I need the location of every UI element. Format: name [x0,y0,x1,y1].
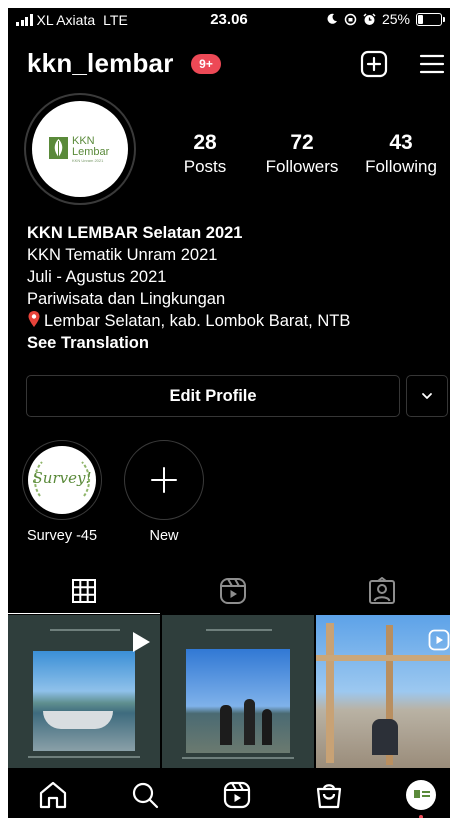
orientation-lock-icon [344,13,357,25]
person-silhouette [262,709,272,745]
shop-icon[interactable] [314,780,344,810]
active-tab-indicator [8,613,160,614]
bamboo-pole [326,623,334,763]
person-silhouette [220,705,232,745]
status-bar: XL Axiata LTE 23.06 25% [8,8,450,32]
stat-posts[interactable]: 28 Posts [160,130,250,178]
profile-nav-avatar[interactable] [406,780,436,810]
posts-label: Posts [183,157,227,176]
chevron-down-icon [422,393,432,399]
phone-screen: XL Axiata LTE 23.06 25% kkn_lembar 9+ KK… [8,8,450,818]
avatar-logo-mark [422,791,430,793]
boat-shape [43,711,113,729]
battery-percent: 25% [381,11,410,27]
profile-header: kkn_lembar 9+ [8,44,450,84]
person-silhouette [372,719,398,755]
following-label: Following [365,157,437,176]
post-caption-line [182,757,294,759]
highlight-new[interactable]: New [116,440,212,544]
notification-badge[interactable]: 9+ [191,54,221,74]
battery-icon [416,12,445,26]
status-right: 25% [326,11,445,27]
tab-reels[interactable] [159,568,306,614]
grid-icon [71,579,96,603]
tagged-person-icon [368,577,395,604]
tab-tagged[interactable] [308,568,450,614]
highlight-survey[interactable]: Survey! Survey -45 [14,440,110,544]
pin-icon [28,311,40,327]
alarm-icon [363,12,376,25]
followers-label: Followers [265,157,339,176]
highlight-cover-text: Survey! [32,469,92,487]
post-thumbnail[interactable] [162,615,314,768]
highlight-label: Survey -45 [26,528,98,544]
stat-followers[interactable]: 72 Followers [257,130,347,178]
moon-icon [327,13,337,24]
bio-name: KKN LEMBAR Selatan 2021 [27,224,243,242]
profile-avatar[interactable]: KKN Lembar KKN Unram 2021 [24,93,136,205]
reels-icon [428,629,450,651]
posts-count: 28 [193,131,217,154]
new-post-icon[interactable] [360,50,388,78]
reels-icon [219,578,246,604]
stat-following[interactable]: 43 Following [356,130,446,178]
profile-bio: KKN LEMBAR Selatan 2021 KKN Tematik Unra… [27,222,437,354]
tab-grid[interactable] [10,568,157,614]
menu-icon[interactable] [418,50,446,78]
reels-nav-icon[interactable] [222,780,252,810]
new-highlight-circle [124,440,204,520]
reels-play-icon [133,632,150,652]
avatar-logo-mark [422,795,430,797]
bottom-nav [8,768,450,818]
bio-line: KKN Tematik Unram 2021 [27,246,218,264]
logo-text: KKN Lembar KKN Unram 2021 [72,135,110,164]
highlight-image: Survey! [28,446,96,514]
followers-count: 72 [290,131,314,154]
search-icon[interactable] [130,780,160,810]
highlight-cover: Survey! [22,440,102,520]
avatar-logo-mark [414,790,420,798]
see-translation-link[interactable]: See Translation [27,332,437,354]
avatar-logo: KKN Lembar KKN Unram 2021 [32,101,128,197]
post-photo [186,649,290,753]
plus-icon [151,467,177,493]
bamboo-beam [316,655,450,661]
suggested-accounts-button[interactable] [406,375,448,417]
username-title[interactable]: kkn_lembar [27,48,174,79]
edit-profile-button[interactable]: Edit Profile [26,375,400,417]
highlight-label: New [149,528,179,544]
post-thumbnail[interactable] [316,615,450,768]
post-caption-line [50,629,120,631]
home-icon[interactable] [38,780,68,810]
bio-line: Pariwisata dan Lingkungan [27,290,226,308]
notification-dot [419,815,423,818]
post-caption-line [28,756,140,758]
bio-line: Juli - Agustus 2021 [27,268,167,286]
following-count: 43 [389,131,413,154]
post-thumbnail[interactable] [8,615,160,768]
person-silhouette [244,699,255,745]
post-photo [33,651,135,751]
bio-location: Lembar Selatan, kab. Lombok Barat, NTB [27,310,437,332]
post-caption-line [206,629,272,631]
